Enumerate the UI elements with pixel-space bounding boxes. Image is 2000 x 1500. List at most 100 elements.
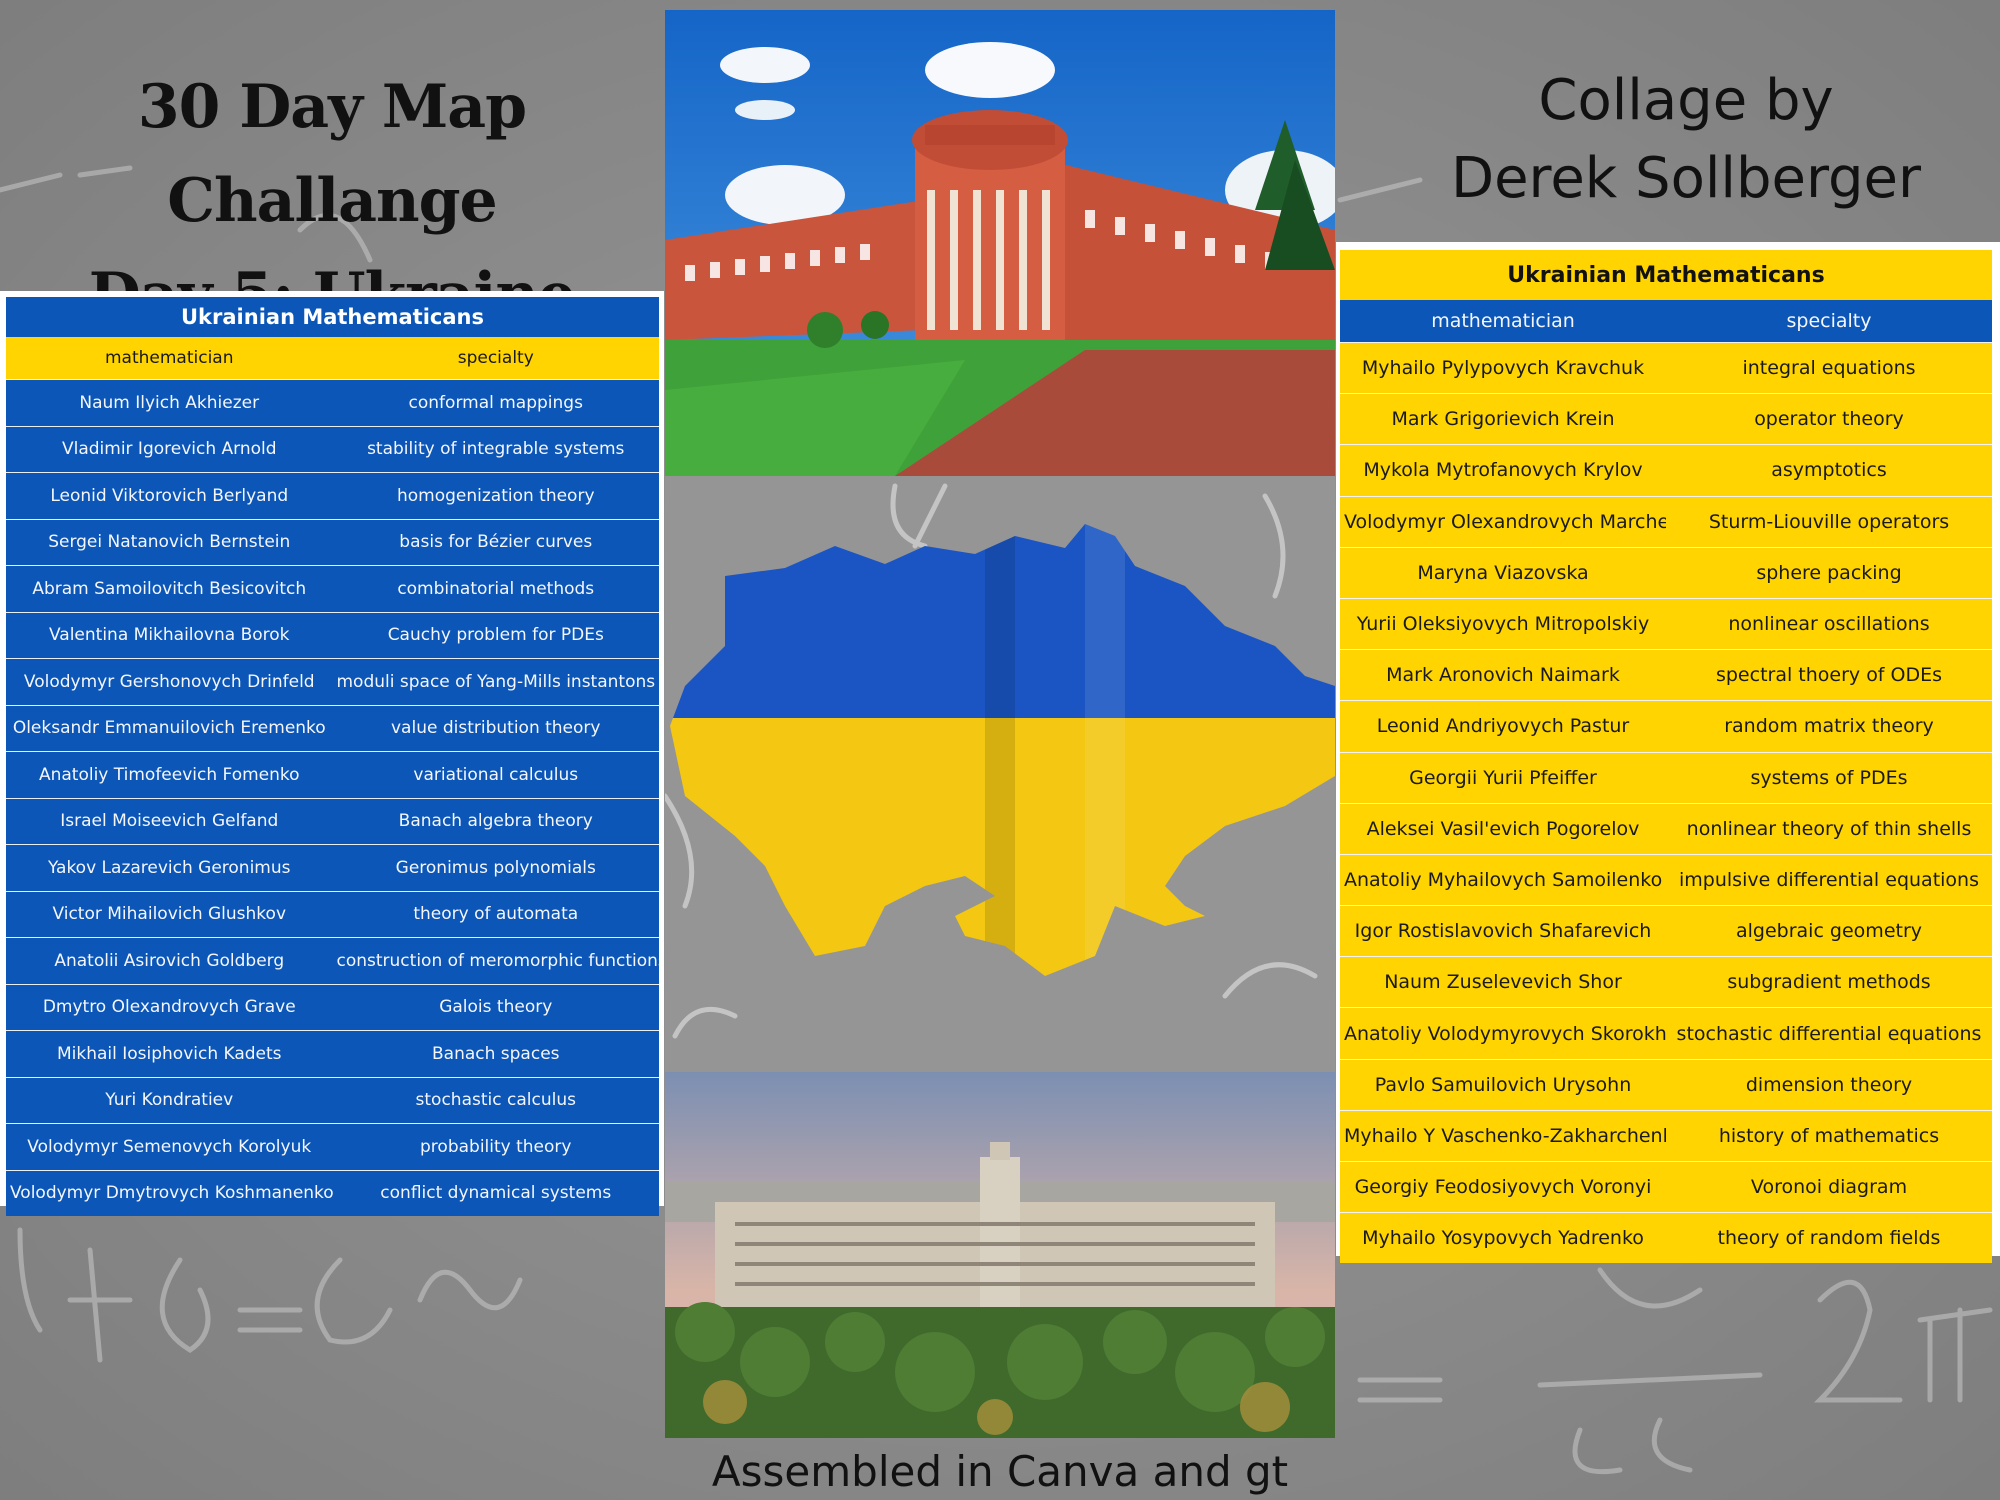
- mathematician-cell: Oleksandr Emmanuilovich Eremenko: [6, 704, 333, 752]
- specialty-cell: Sturm-Liouville operators: [1666, 495, 1992, 548]
- mathematician-cell: Vladimir Igorevich Arnold: [6, 425, 333, 473]
- table-row: Volodymyr Dmytrovych Koshmanenko conflict…: [6, 1169, 659, 1216]
- mathematician-cell: Victor Mihailovich Glushkov: [6, 890, 333, 938]
- university-building-photo: [665, 10, 1335, 476]
- mathematician-cell: Mark Grigorievich Krein: [1340, 393, 1666, 445]
- specialty-cell: Voronoi diagram: [1666, 1160, 1992, 1213]
- ukraine-flag-map: [665, 476, 1335, 1072]
- left-mathematicians-table: Ukrainian Mathematicans mathematician sp…: [0, 291, 664, 1216]
- table-row: Anatolii Asirovich Goldberg construction …: [6, 937, 659, 984]
- specialty-cell: subgradient methods: [1666, 956, 1992, 1008]
- specialty-cell: integral equations: [1666, 341, 1992, 394]
- table-row: Anatoliy Myhailovych Samoilenko impulsive…: [1340, 853, 1992, 906]
- mathematician-cell: Anatoliy Myhailovych Samoilenko: [1340, 853, 1666, 906]
- table-row: Vladimir Igorevich Arnold stability of in…: [6, 425, 659, 473]
- mathematician-cell: Israel Moiseevich Gelfand: [6, 797, 333, 845]
- table-row: Mark Aronovich Naimark spectral thoery of…: [1340, 649, 1992, 701]
- specialty-cell: conflict dynamical systems: [332, 1169, 659, 1216]
- mathematician-cell: Pavlo Samuilovich Urysohn: [1340, 1058, 1666, 1111]
- specialty-cell: nonlinear oscillations: [1666, 597, 1992, 650]
- table-row: Georgii Yurii Pfeiffer systems of PDEs: [1340, 751, 1992, 804]
- mathematician-cell: Maryna Viazovska: [1340, 546, 1666, 599]
- table-row: Valentina Mikhailovna Borok Cauchy proble…: [6, 611, 659, 659]
- mathematician-cell: Georgiy Feodosiyovych Voronyi: [1340, 1160, 1666, 1213]
- specialty-cell: sphere packing: [1666, 546, 1992, 599]
- table-row: Israel Moiseevich Gelfand Banach algebra …: [6, 797, 659, 845]
- specialty-cell: theory of random fields: [1666, 1212, 1992, 1264]
- specialty-cell: dimension theory: [1666, 1058, 1992, 1111]
- specialty-cell: random matrix theory: [1666, 700, 1992, 752]
- specialty-cell: conformal mappings: [332, 379, 659, 426]
- city-aerial-photo: [665, 1072, 1335, 1438]
- mathematician-cell: Valentina Mikhailovna Borok: [6, 611, 333, 659]
- mathematician-cell: Mark Aronovich Naimark: [1340, 649, 1666, 701]
- mathematician-cell: Myhailo Yosypovych Yadrenko: [1340, 1212, 1666, 1264]
- column-header-mathematician: mathematician: [6, 337, 333, 380]
- specialty-cell: value distribution theory: [332, 704, 659, 752]
- mathematician-cell: Myhailo Y Vaschenko-Zakharchenko: [1340, 1109, 1666, 1162]
- mathematician-cell: Anatoliy Volodymyrovych Skorokhod: [1340, 1007, 1666, 1060]
- table-row: Yurii Oleksiyovych Mitropolskiy nonlinear…: [1340, 597, 1992, 650]
- table-row: Abram Samoilovitch Besicovitch combinator…: [6, 565, 659, 612]
- mathematician-cell: Georgii Yurii Pfeiffer: [1340, 751, 1666, 804]
- credit-line-2: Derek Sollberger: [1450, 146, 1922, 211]
- credit-line-1: Collage by: [1538, 68, 1834, 133]
- specialty-cell: impulsive differential equations: [1666, 853, 1992, 906]
- right-mathematicians-table: Ukrainian Mathematicans mathematician sp…: [1336, 242, 2000, 1264]
- specialty-cell: Geronimus polynomials: [332, 844, 659, 891]
- specialty-cell: combinatorial methods: [332, 565, 659, 612]
- mathematician-cell: Abram Samoilovitch Besicovitch: [6, 565, 333, 612]
- specialty-cell: stability of integrable systems: [332, 425, 659, 473]
- credit-title: Collage by Derek Sollberger: [1336, 62, 2000, 218]
- specialty-cell: history of mathematics: [1666, 1109, 1992, 1162]
- table-row: Anatoliy Volodymyrovych Skorokhod stochas…: [1340, 1007, 1992, 1060]
- specialty-cell: probability theory: [332, 1123, 659, 1170]
- specialty-cell: basis for Bézier curves: [332, 518, 659, 566]
- table-row: Anatoliy Timofeevich Fomenko variational …: [6, 751, 659, 798]
- mathematician-cell: Sergei Natanovich Bernstein: [6, 518, 333, 566]
- mathematician-cell: Yuri Kondratiev: [6, 1076, 333, 1124]
- mathematician-cell: Aleksei Vasil'evich Pogorelov: [1340, 802, 1666, 855]
- table-row: Volodymyr Olexandrovych MarchenkoSturm-L…: [1340, 495, 1992, 548]
- table-row: Dmytro Olexandrovych Grave Galois theory: [6, 983, 659, 1031]
- mathematician-cell: Mykola Mytrofanovych Krylov: [1340, 444, 1666, 497]
- mathematician-cell: Leonid Andriyovych Pastur: [1340, 700, 1666, 752]
- specialty-cell: stochastic differential equations: [1666, 1007, 1992, 1060]
- specialty-cell: algebraic geometry: [1666, 905, 1992, 957]
- mathematician-cell: Myhailo Pylypovych Kravchuk: [1340, 341, 1666, 394]
- mathematician-cell: Volodymyr Semenovych Korolyuk: [6, 1123, 333, 1170]
- specialty-cell: Banach algebra theory: [332, 797, 659, 845]
- table-row: Yuri Kondratiev stochastic calculus: [6, 1076, 659, 1124]
- mathematician-cell: Volodymyr Dmytrovych Koshmanenko: [6, 1169, 333, 1216]
- table-row: Volodymyr Semenovych Korolyuk probability…: [6, 1123, 659, 1170]
- mathematician-cell: Leonid Viktorovich Berlyand: [6, 472, 333, 519]
- table-title: Ukrainian Mathematicans: [1340, 250, 1992, 300]
- column-header-specialty: specialty: [332, 337, 659, 380]
- table-row: Volodymyr Gershonovych Drinfeld moduli sp…: [6, 658, 659, 705]
- table-row: Igor Rostislavovich Shafarevich algebraic…: [1340, 905, 1992, 957]
- table-row: Mark Grigorievich Krein operator theory: [1340, 393, 1992, 445]
- table-row: Myhailo Yosypovych Yadrenko theory of ran…: [1340, 1212, 1992, 1264]
- table-row: Oleksandr Emmanuilovich Eremenko value di…: [6, 704, 659, 752]
- specialty-cell: moduli space of Yang-Mills instantons: [332, 658, 659, 705]
- table-row: Aleksei Vasil'evich Pogorelov nonlinear t…: [1340, 802, 1992, 855]
- mathematician-cell: Volodymyr Gershonovych Drinfeld: [6, 658, 333, 705]
- table-row: Naum Zuselevevich Shor subgradient method…: [1340, 956, 1992, 1008]
- specialty-cell: Cauchy problem for PDEs: [332, 611, 659, 659]
- mathematician-cell: Yurii Oleksiyovych Mitropolskiy: [1340, 597, 1666, 650]
- table-row: Maryna Viazovska sphere packing: [1340, 546, 1992, 599]
- footer-note: Assembled in Canva and gt: [711, 1447, 1289, 1496]
- mathematician-cell: Dmytro Olexandrovych Grave: [6, 983, 333, 1031]
- table-title: Ukrainian Mathematicans: [6, 297, 659, 337]
- title-line-1: 30 Day Map Challange: [137, 72, 527, 236]
- specialty-cell: asymptotics: [1666, 444, 1992, 497]
- table-row: Mikhail Iosiphovich Kadets Banach spaces: [6, 1030, 659, 1077]
- table-row: Myhailo Pylypovych Kravchuk integral equa…: [1340, 341, 1992, 394]
- table-row: Yakov Lazarevich Geronimus Geronimus poly…: [6, 844, 659, 891]
- specialty-cell: Galois theory: [332, 983, 659, 1031]
- specialty-cell: stochastic calculus: [332, 1076, 659, 1124]
- table-row: Victor Mihailovich Glushkov theory of aut…: [6, 890, 659, 938]
- specialty-cell: theory of automata: [332, 890, 659, 938]
- specialty-cell: spectral thoery of ODEs: [1666, 649, 1992, 701]
- mathematician-cell: Anatolii Asirovich Goldberg: [6, 937, 333, 984]
